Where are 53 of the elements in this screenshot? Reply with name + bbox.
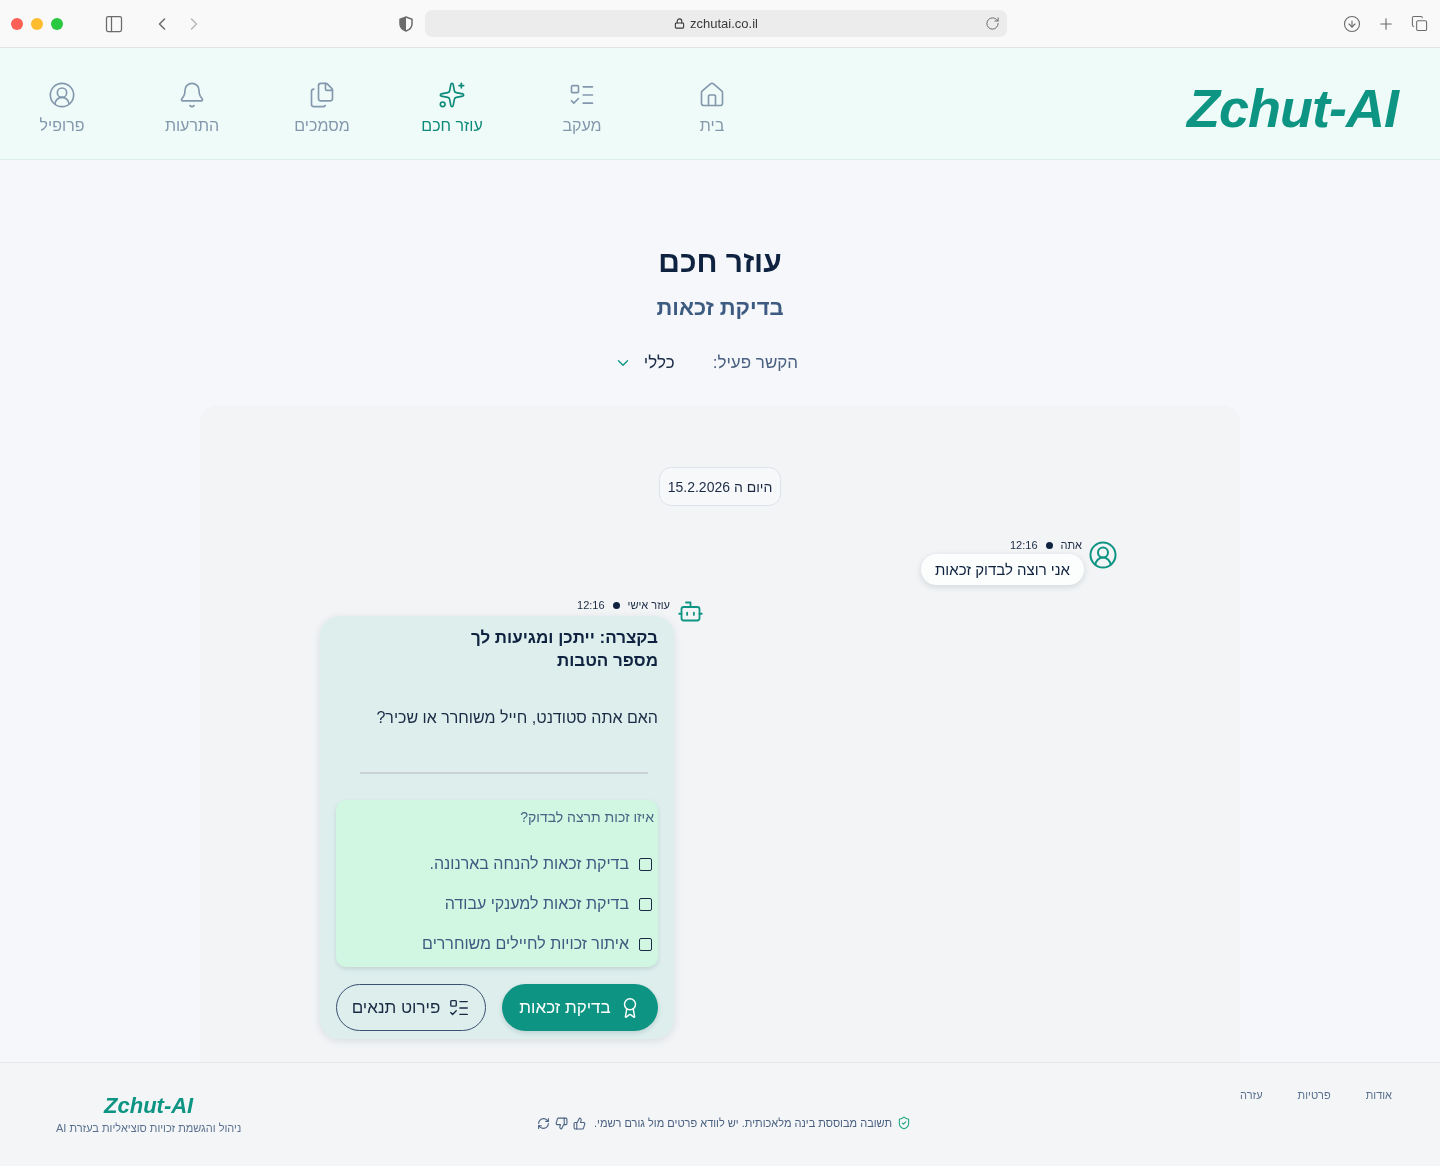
shield-check-icon (897, 1116, 911, 1130)
option-label: בדיקת זכאות למענקי עבודה (444, 895, 629, 913)
checkbox[interactable] (639, 857, 652, 871)
page-title: עוזר חכם (658, 244, 782, 280)
thumbs-down-icon[interactable] (555, 1116, 568, 1130)
check-eligibility-button[interactable]: בדיקת זכאות (502, 984, 658, 1031)
bell-icon (178, 80, 206, 109)
sender-name: אתה (1060, 539, 1082, 551)
nav-tab[interactable]: פרופיל (22, 80, 102, 135)
sidebar-icon[interactable] (104, 13, 124, 34)
sender-name: עוזר אישי (627, 599, 670, 611)
lock-icon (674, 18, 686, 29)
reload-icon[interactable] (985, 16, 1000, 31)
nav-tab[interactable]: מסמכים (282, 80, 362, 135)
user-message-bubble: אני רוצה לבדוק זכאות (920, 554, 1084, 585)
question-text: האם אתה סטודנט, חייל משוחרר או שכיר? (375, 708, 658, 728)
user-circle-icon (48, 80, 76, 109)
checkbox[interactable] (639, 897, 652, 911)
option-label: בדיקת זכאות להנחה בארנונה. (429, 855, 629, 873)
checkbox[interactable] (639, 937, 652, 951)
download-icon[interactable] (1343, 14, 1361, 33)
footer-tagline: ניהול והגשמת זכויות סוציאליות בעזרת AI (56, 1122, 242, 1134)
sparkles-icon (438, 80, 466, 109)
home-icon (698, 80, 726, 109)
separator-dot-icon (612, 601, 620, 609)
date-chip: היום ה 15.2.2026 (658, 467, 782, 506)
window-close-icon[interactable] (11, 17, 23, 30)
nav-tab[interactable]: מעקב (542, 80, 622, 135)
ai-disclaimer: תשובה מבוססת בינה מלאכותית. יש לוודא פרטים מול גורם רשמי. (594, 1117, 892, 1129)
tabs-overview-icon[interactable] (1411, 14, 1428, 32)
nav-tab[interactable]: עוזר חכם (412, 80, 492, 135)
logo[interactable]: Zchut-AI (1187, 76, 1398, 139)
footer-link[interactable]: אודות (1365, 1089, 1392, 1101)
documents-icon (308, 80, 336, 109)
nav-tab[interactable]: בית (672, 80, 752, 135)
thumbs-up-icon[interactable] (573, 1116, 586, 1130)
footer-link[interactable]: פרטיות (1297, 1089, 1331, 1101)
context-dropdown[interactable]: כללי (613, 353, 675, 373)
refresh-icon[interactable] (537, 1116, 550, 1130)
footer-link[interactable]: עזרה (1240, 1089, 1263, 1101)
option-label: איתור זכויות לחיילים משוחררים (422, 935, 629, 953)
choices-prompt: איזו זכות תרצה לבדוק? (519, 808, 654, 826)
address-bar[interactable]: zchutai.co.il (425, 10, 1007, 37)
nav-tab[interactable]: התרעות (152, 80, 232, 135)
message-time: 12:16 (1010, 539, 1038, 551)
message-time: 12:16 (577, 599, 605, 611)
footer-logo: Zchut-AI (104, 1093, 194, 1119)
user-avatar-icon (1088, 540, 1118, 570)
answer-summary: בקצרה: ייתכן ומגיעות לך מספר הטבות (469, 627, 658, 672)
shield-icon[interactable] (399, 15, 413, 32)
context-label: הקשר פעיל: (712, 353, 799, 373)
page-subtitle: בדיקת זכאות (656, 294, 784, 322)
separator-dot-icon (1045, 541, 1053, 549)
